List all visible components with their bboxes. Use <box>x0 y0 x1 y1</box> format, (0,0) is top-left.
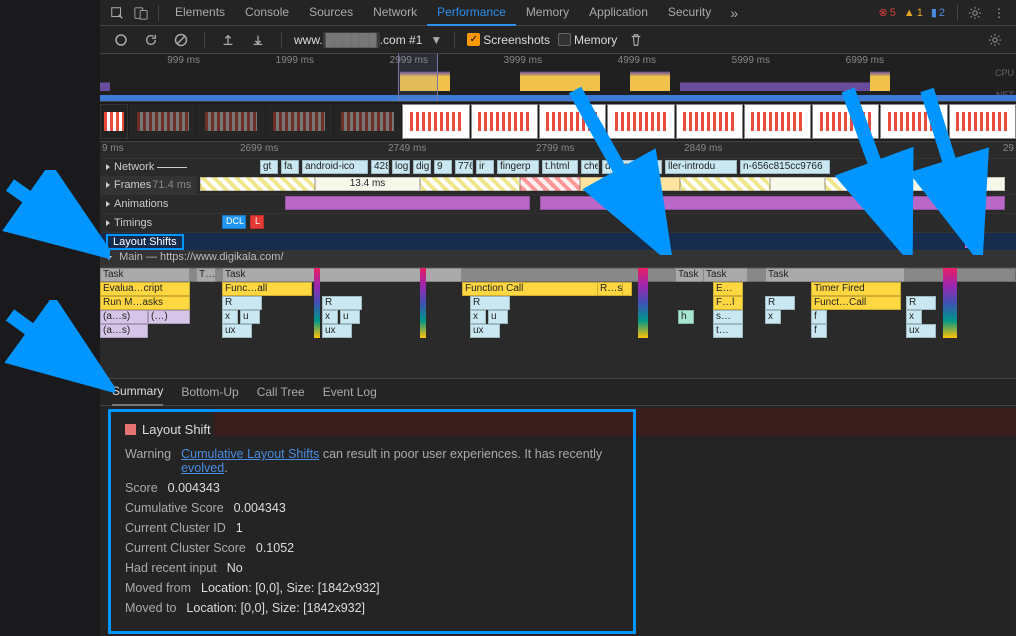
dropdown-icon[interactable]: ▼ <box>430 33 442 47</box>
annotation-arrow <box>560 80 680 255</box>
annotation-arrow <box>833 80 918 255</box>
more-tabs-icon[interactable]: » <box>723 2 745 24</box>
cpu-label: CPU <box>995 68 1014 78</box>
dcl-marker[interactable]: DCL <box>222 215 246 229</box>
inspect-icon[interactable] <box>106 2 128 24</box>
tab-bottom-up[interactable]: Bottom-Up <box>181 379 238 405</box>
layout-shift-summary: Layout Shift Warning Cumulative Layout S… <box>108 409 636 634</box>
warning-row: Warning Cumulative Layout Shifts can res… <box>125 447 619 475</box>
annotation-arrow <box>912 80 992 255</box>
recording-host[interactable]: www.██████.com #1 <box>294 33 422 47</box>
tab-sources[interactable]: Sources <box>299 0 363 25</box>
tab-application[interactable]: Application <box>579 0 658 25</box>
summary-title: Layout Shift <box>125 422 619 437</box>
summary-row: Moved fromLocation: [0,0], Size: [1842x9… <box>125 581 619 595</box>
load-marker[interactable]: L <box>250 215 264 229</box>
tab-call-tree[interactable]: Call Tree <box>257 379 305 405</box>
warning-badge[interactable]: ▲ 1 <box>904 7 923 19</box>
network-resource[interactable]: dig <box>413 160 431 174</box>
network-resource[interactable]: 428 <box>371 160 389 174</box>
annotation-arrow <box>0 300 115 395</box>
event-color-swatch <box>125 424 136 435</box>
tab-summary[interactable]: Summary <box>112 378 163 406</box>
cls-link[interactable]: Cumulative Layout Shifts <box>181 447 319 461</box>
perf-toolbar: www.██████.com #1 ▼ ✓Screenshots Memory <box>100 26 1016 54</box>
reload-icon[interactable] <box>140 29 162 51</box>
capture-settings-icon[interactable] <box>984 29 1006 51</box>
error-badge[interactable]: ⊗ 5 <box>878 6 895 19</box>
details-tabbar: Summary Bottom-Up Call Tree Event Log <box>100 378 1016 406</box>
summary-row: Current Cluster ID1 <box>125 521 619 535</box>
clear-icon[interactable] <box>170 29 192 51</box>
evolved-link[interactable]: evolved <box>181 461 224 475</box>
message-badge[interactable]: ▮ 2 <box>931 6 945 19</box>
tab-event-log[interactable]: Event Log <box>323 379 377 405</box>
tab-memory[interactable]: Memory <box>516 0 579 25</box>
network-resource[interactable]: fa <box>281 160 299 174</box>
network-resource[interactable]: gt <box>260 160 278 174</box>
settings-icon[interactable] <box>964 2 986 24</box>
memory-checkbox[interactable]: Memory <box>558 33 617 47</box>
network-resource[interactable]: android-ico <box>302 160 368 174</box>
network-resource[interactable]: 9 <box>434 160 452 174</box>
network-resource[interactable]: log <box>392 160 410 174</box>
record-icon[interactable] <box>110 29 132 51</box>
summary-row: Moved toLocation: [0,0], Size: [1842x932… <box>125 601 619 615</box>
summary-row: Current Cluster Score0.1052 <box>125 541 619 555</box>
network-resource[interactable]: n-656c815cc9766 <box>740 160 830 174</box>
layout-shifts-label: Layout Shifts <box>106 234 184 250</box>
network-resource[interactable]: 776 <box>455 160 473 174</box>
flame-chart[interactable]: Task T… Task Task Task Task Evalua…cript… <box>100 268 1016 378</box>
main-toolbar: ElementsConsoleSourcesNetworkPerformance… <box>100 0 1016 26</box>
annotation-arrow <box>0 170 110 265</box>
tab-elements[interactable]: Elements <box>165 0 235 25</box>
screenshots-checkbox[interactable]: ✓Screenshots <box>467 33 550 47</box>
tab-security[interactable]: Security <box>658 0 721 25</box>
network-resource[interactable]: ir <box>476 160 494 174</box>
summary-row: Score0.004343 <box>125 481 619 495</box>
summary-row: Had recent inputNo <box>125 561 619 575</box>
download-icon[interactable] <box>247 29 269 51</box>
network-resource[interactable]: fingerp <box>497 160 539 174</box>
kebab-icon[interactable]: ⋮ <box>988 2 1010 24</box>
trash-icon[interactable] <box>625 29 647 51</box>
tab-performance[interactable]: Performance <box>427 0 516 26</box>
tab-network[interactable]: Network <box>363 0 427 25</box>
summary-row: Cumulative Score0.004343 <box>125 501 619 515</box>
device-toggle-icon[interactable] <box>130 2 152 24</box>
upload-icon[interactable] <box>217 29 239 51</box>
tab-console[interactable]: Console <box>235 0 299 25</box>
